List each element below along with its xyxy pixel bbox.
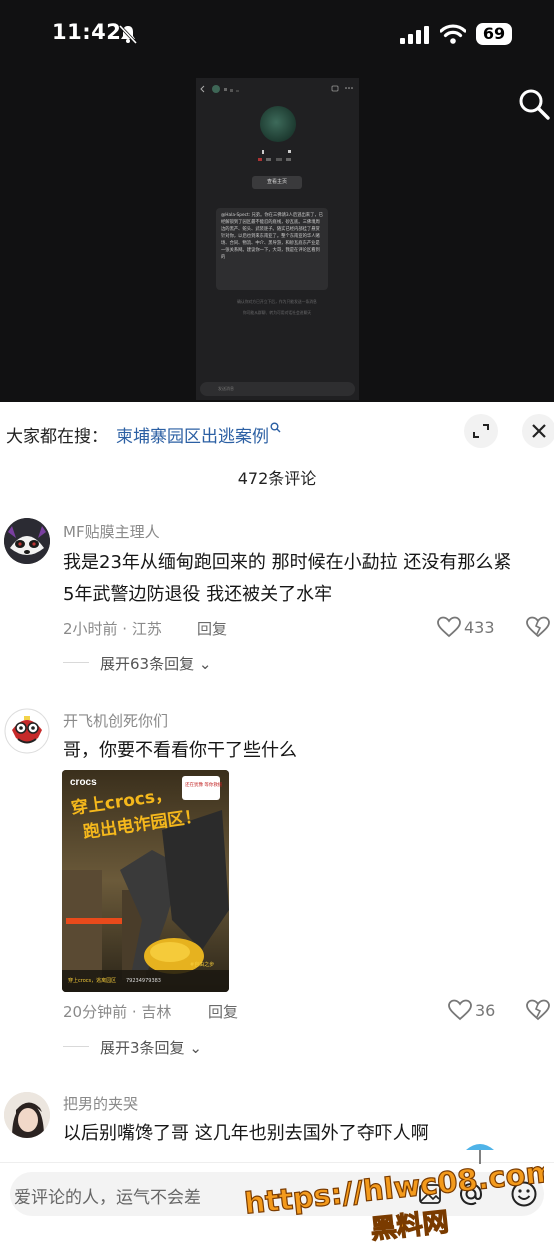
screenshot-profile-button: 查看主页 (252, 176, 302, 189)
comment-text: 我是23年从缅甸跑回来的 那时候在小勐拉 还没有那么紧 5年武警边防退役 我还被… (63, 547, 511, 611)
comment-count: 472条评论 (237, 469, 317, 488)
comment-meta: 20分钟前 · 吉林 (63, 1003, 172, 1021)
panda-avatar-icon (4, 518, 50, 564)
like-count: 433 (464, 618, 495, 637)
screenshot-avatar (260, 106, 296, 142)
ad-brand: crocs (70, 777, 97, 788)
comment-text-line: 我是23年从缅甸跑回来的 那时候在小勐拉 还没有那么紧 (63, 552, 512, 573)
small-search-icon (270, 422, 281, 433)
screenshot-input: 发送消息 (200, 382, 355, 396)
comment-username[interactable]: 把男的夹哭 (63, 1093, 138, 1114)
comment-username[interactable]: 开飞机创死你们 (63, 710, 168, 731)
fullscreen-button[interactable] (464, 414, 498, 448)
expand-replies-button[interactable]: 展开3条回复 ⌄ (100, 1037, 202, 1058)
avatar[interactable] (4, 1092, 50, 1138)
screenshot-note-2: 你可能从群聊、转为可用对话社会进聊天 (242, 310, 312, 315)
screenshot-note-1: 确认你对方已开立下后，作为只能发送一条消息 (237, 299, 317, 304)
battery-indicator: 69 (476, 23, 512, 45)
status-time: 11:42 (52, 20, 122, 44)
comment-username[interactable]: MF贴膜主理人 (63, 521, 160, 542)
broken-heart-icon[interactable] (526, 999, 550, 1021)
photo-avatar-icon (4, 1092, 50, 1138)
comment-text: 哥，你要不看看你干了些什么 (63, 740, 297, 761)
avatar[interactable] (4, 708, 50, 754)
watermark-name: 黑料网 (369, 1207, 450, 1245)
cartoon-avatar-icon (4, 708, 50, 754)
chevron-down-icon: ⌄ (189, 1039, 202, 1057)
ad-badge: 还在犹豫 等你救援 (185, 781, 223, 788)
expand-replies-button[interactable]: 展开63条回复 ⌄ (100, 653, 211, 674)
reply-button[interactable]: 回复 (208, 1001, 238, 1022)
like-count: 36 (475, 1001, 496, 1020)
search-icon[interactable] (516, 86, 552, 122)
divider (63, 1046, 89, 1047)
ad-tag: #自由之步 (190, 961, 214, 968)
watermark: https://hlwc08.com 黑料网 (244, 1144, 544, 1246)
reply-button[interactable]: 回复 (197, 618, 227, 639)
crocs-ad-poster: crocs 穿上crocs， 跑出电诈园区！ 还在犹豫 等你救援 穿上crocs… (62, 770, 229, 992)
screenshot-topbar (200, 85, 353, 93)
search-hint-query-text[interactable]: 柬埔寨园区出逃案例 (116, 427, 269, 447)
close-icon (532, 424, 546, 438)
expand-replies-label[interactable]: 展开3条回复 (100, 1039, 185, 1057)
wifi-icon (440, 24, 466, 44)
divider (63, 662, 89, 663)
comment-input-placeholder[interactable]: 爱评论的人，运气不会差 (14, 1183, 201, 1208)
video-frame-screenshot: 查看主页 @Hala-Spect: 兄弟。你在三佛请3人后逃出来了，已经解锁到了… (196, 78, 359, 400)
ad-caption: 穿上crocs，逃离园区 (68, 977, 116, 984)
close-button[interactable] (522, 414, 554, 448)
watermark-url: https://hlwc08.com (244, 1154, 544, 1220)
expand-replies-label[interactable]: 展开63条回复 (100, 655, 194, 673)
cellular-signal-icon (400, 26, 429, 44)
screenshot-note: 确认你对方已开立下后，作为只能发送一条消息 你可能从群聊、转为可用对话社会进聊天 (216, 296, 338, 318)
ad-phone: 79234979383 (126, 978, 161, 984)
comment-text-line: 5年武警边防退役 我还被关了水牢 (63, 584, 333, 605)
screenshot-message: @Hala-Spect: 兄弟。你在三佛请3人后逃出来了，已经解锁到了园区最不能… (216, 208, 328, 290)
search-hint-query[interactable]: 柬埔寨园区出逃案例 (116, 422, 281, 447)
chevron-down-icon: ⌄ (198, 655, 212, 673)
heart-icon[interactable] (448, 999, 472, 1021)
broken-heart-icon[interactable] (526, 616, 550, 638)
video-player[interactable]: 11:42 69 查看主页 @Hala-Spect: 兄弟。你在三佛请3人后逃出… (0, 0, 554, 402)
search-hint-prefix: 大家都在搜： (6, 427, 108, 447)
screenshot-stats (258, 150, 291, 161)
comment-meta: 2小时前 · 江苏 (63, 620, 162, 638)
heart-icon[interactable] (437, 616, 461, 638)
avatar[interactable] (4, 518, 50, 564)
comment-image[interactable]: crocs 穿上crocs， 跑出电诈园区！ 还在犹豫 等你救援 穿上crocs… (62, 770, 229, 992)
expand-icon (473, 424, 489, 438)
bell-off-icon (118, 24, 138, 44)
